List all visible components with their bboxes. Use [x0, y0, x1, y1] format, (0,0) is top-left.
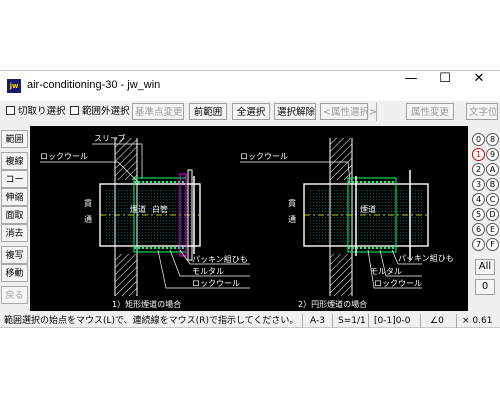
layer-5-button[interactable]: 5: [472, 208, 485, 221]
jw-win-window: jw air-conditioning-30 - jw_win — ☐ ✕ 切取…: [0, 70, 500, 328]
tool-undo[interactable]: 戻る: [1, 286, 28, 304]
select-all-button[interactable]: 全選択: [232, 103, 270, 120]
layer-d-button[interactable]: D: [486, 208, 499, 221]
drawing-canvas[interactable]: スリーブ ロックウール 貫 通 煙道 白管 パッキン組ひも モルタル ロックウー…: [30, 126, 468, 311]
tool-erase[interactable]: 消去: [1, 224, 28, 242]
tool-offset[interactable]: 複線: [1, 152, 28, 170]
layer-2-button[interactable]: 2: [472, 163, 485, 176]
layer-1-button-active[interactable]: 1: [472, 148, 485, 161]
label-mortar: モルタル: [370, 267, 402, 276]
label-duct: 煙道: [360, 204, 376, 214]
layer-e-button[interactable]: E: [486, 223, 499, 236]
layer-c-button[interactable]: C: [486, 193, 499, 206]
select-toolbar: 切取り選択 範囲外選択 基準点変更 前範囲 全選択 選択解除 <属性選択> 属性…: [0, 102, 500, 122]
label-penetration: 貫: [84, 199, 92, 208]
checkbox-box: [70, 106, 79, 115]
layer-6-button[interactable]: 6: [472, 223, 485, 236]
prev-range-button[interactable]: 前範囲: [189, 103, 227, 120]
status-paper-size[interactable]: A-3: [310, 313, 325, 329]
layer-9-button[interactable]: 9: [486, 148, 499, 161]
status-divider: [332, 314, 333, 328]
close-button[interactable]: ✕: [462, 71, 496, 101]
base-point-change-button[interactable]: 基準点変更: [132, 103, 184, 120]
status-message: 範囲選択の始点をマウス(L)で、連続線をマウス(R)で指示してください。: [4, 316, 299, 326]
wall-hatch-bottom: [330, 254, 352, 296]
label-white-pipe: 白管: [152, 204, 168, 214]
layer-8-button[interactable]: 8: [486, 133, 499, 146]
label-penetration: 貫: [288, 199, 296, 208]
cad-drawing: スリーブ ロックウール 貫 通 煙道 白管 パッキン組ひも モルタル ロックウー…: [40, 133, 454, 309]
status-divider: [302, 314, 303, 328]
layer-4-button[interactable]: 4: [472, 193, 485, 206]
tool-chamfer[interactable]: 面取: [1, 206, 28, 224]
maximize-button[interactable]: ☐: [428, 71, 462, 101]
tool-range[interactable]: 範囲: [1, 130, 28, 148]
label-rockwool-top: ロックウール: [40, 152, 88, 161]
tool-move[interactable]: 移動: [1, 264, 28, 282]
status-zoom[interactable]: × 0.61: [462, 313, 492, 329]
out-of-range-select-label: 範囲外選択: [82, 106, 130, 117]
label-rockwool-bottom: ロックウール: [192, 279, 240, 288]
label-rockwool-bottom: ロックウール: [374, 279, 422, 288]
wall-hatch-bottom: [115, 254, 137, 296]
status-divider: [368, 314, 369, 328]
label-sleeve: スリーブ: [94, 133, 126, 143]
minimize-button[interactable]: —: [394, 71, 428, 101]
maximize-icon: ☐: [439, 71, 451, 86]
label-packing: パッキン組ひも: [398, 253, 454, 263]
deselect-button[interactable]: 選択解除: [274, 103, 316, 120]
tool-copy[interactable]: 複写: [1, 246, 28, 264]
status-bar: 範囲選択の始点をマウス(L)で、連続線をマウス(R)で指示してください。 A-3…: [0, 313, 500, 329]
status-divider: [420, 314, 421, 328]
title-bar: jw air-conditioning-30 - jw_win — ☐ ✕: [0, 71, 500, 101]
attr-select-button[interactable]: <属性選択>: [320, 103, 377, 120]
round-duct-detail: ロックウール 貫 通 煙道 パッキン組ひも モルタル ロックウール 2）円形煙道…: [240, 138, 454, 309]
layer-all-button[interactable]: All: [475, 259, 495, 275]
crop-select-label: 切取り選択: [18, 106, 66, 117]
wall-hatch-top: [330, 138, 352, 180]
status-angle[interactable]: ∠0: [430, 313, 444, 329]
jw-app-icon: jw: [7, 79, 21, 93]
checkbox-box: [6, 106, 15, 115]
status-layer[interactable]: [0-1]0-0: [374, 313, 410, 329]
tool-stretch[interactable]: 伸縮: [1, 188, 28, 206]
toolbar-separator: [376, 103, 377, 121]
layer-f-button[interactable]: F: [486, 238, 499, 251]
attr-change-button[interactable]: 属性変更: [406, 103, 454, 120]
close-icon: ✕: [473, 71, 485, 86]
caption-rectangular: 1）矩形煙道の場合: [112, 299, 181, 309]
layer-group-button[interactable]: 0: [475, 279, 495, 295]
label-packing: パッキン組ひも: [192, 254, 248, 264]
minimize-icon: —: [404, 71, 418, 86]
layer-7-button[interactable]: 7: [472, 238, 485, 251]
label-penetration-2: 通: [288, 214, 296, 224]
label-duct: 煙道: [130, 204, 146, 214]
text-position-button[interactable]: 文字位: [466, 103, 498, 120]
layer-a-button[interactable]: A: [486, 163, 499, 176]
tool-corner[interactable]: コーナー: [1, 170, 28, 203]
label-rockwool-top: ロックウール: [240, 152, 288, 161]
status-divider: [456, 314, 457, 328]
layer-0-button[interactable]: 0: [472, 133, 485, 146]
layer-b-button[interactable]: B: [486, 178, 499, 191]
rectangular-duct-detail: スリーブ ロックウール 貫 通 煙道 白管 パッキン組ひも モルタル ロックウー…: [40, 133, 250, 309]
window-title: air-conditioning-30 - jw_win: [27, 79, 161, 91]
label-mortar: モルタル: [192, 267, 224, 276]
label-penetration-2: 通: [84, 214, 92, 224]
crop-select-checkbox[interactable]: 切取り選択: [6, 103, 66, 120]
caption-round: 2）円形煙道の場合: [298, 299, 367, 309]
status-scale[interactable]: S=1/1: [338, 313, 366, 329]
layer-3-button[interactable]: 3: [472, 178, 485, 191]
out-of-range-select-checkbox[interactable]: 範囲外選択: [70, 103, 130, 120]
